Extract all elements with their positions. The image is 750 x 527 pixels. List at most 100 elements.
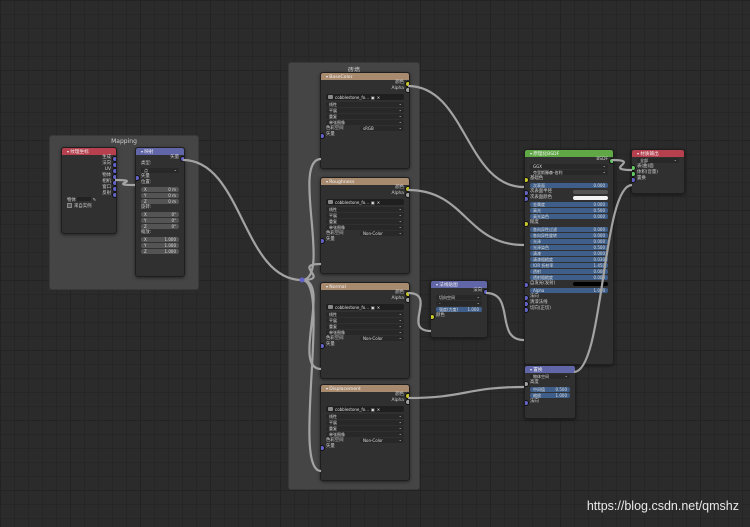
space-dropdown[interactable]: 物体空间 bbox=[530, 374, 570, 379]
normal-map-node[interactable]: 法线贴图 法向 切向空间 - 强度(力度)1.000 颜色 bbox=[430, 280, 488, 338]
input-height[interactable]: 高度 bbox=[525, 380, 575, 387]
bsdf-value-field[interactable]: 高光 0.500 bbox=[530, 208, 608, 213]
folder-icon[interactable]: ▣ bbox=[371, 95, 375, 100]
interpolation-dropdown[interactable]: 线性 bbox=[326, 312, 404, 317]
node-header[interactable]: 法线贴图 bbox=[431, 281, 487, 288]
output-bsdf[interactable]: BSDF bbox=[525, 157, 613, 164]
target-dropdown[interactable]: 全部 bbox=[637, 158, 679, 163]
node-header[interactable]: 纹理坐标 bbox=[62, 148, 116, 155]
location-y[interactable]: Y0 m bbox=[141, 193, 179, 198]
interpolation-dropdown[interactable]: 线性 bbox=[326, 207, 404, 212]
bsdf-value-field[interactable]: 清漆 0.000 bbox=[530, 251, 608, 256]
vector-dropdown[interactable] bbox=[573, 190, 608, 194]
image-icon[interactable] bbox=[328, 200, 333, 204]
projection-dropdown[interactable]: 平展 bbox=[326, 420, 404, 425]
projection-dropdown[interactable]: 平展 bbox=[326, 213, 404, 218]
bsdf-value-field[interactable]: 光泽 0.000 bbox=[530, 239, 608, 244]
input-vector[interactable]: 矢量 bbox=[321, 342, 409, 349]
node-header[interactable]: 映射 bbox=[136, 148, 184, 155]
distribution-dropdown[interactable]: GGX bbox=[530, 164, 608, 169]
principled-bsdf-node[interactable]: 原理化BSDF BSDF GGX 克里斯滕森-伯利 基础色次表面0.000 次表面… bbox=[524, 149, 614, 365]
bsdf-input[interactable]: 切向(正切) bbox=[525, 306, 613, 313]
close-icon[interactable]: ✕ bbox=[377, 305, 380, 310]
source-dropdown[interactable]: 单张图像 bbox=[326, 120, 404, 125]
close-icon[interactable]: ✕ bbox=[377, 95, 380, 100]
color-space-dropdown[interactable]: Non-Color bbox=[360, 438, 404, 443]
rotation-x[interactable]: X 0° bbox=[141, 212, 179, 217]
bsdf-value-field[interactable]: 各向异性过滤 0.000 bbox=[530, 227, 608, 232]
node-header[interactable]: Roughness bbox=[321, 178, 409, 185]
type-dropdown[interactable]: 点 bbox=[141, 168, 179, 173]
input-normal[interactable]: 法向 bbox=[525, 399, 575, 406]
location-x[interactable]: X0 m bbox=[141, 187, 179, 192]
bsdf-value-field[interactable]: 清漆粗糙度 0.030 bbox=[530, 257, 608, 262]
bsdf-value-field[interactable]: 各向异性旋转 0.000 bbox=[530, 233, 608, 238]
midlevel-field[interactable]: 中间值 0.500 bbox=[530, 387, 570, 392]
object-picker-icon[interactable] bbox=[77, 197, 92, 201]
image-texture-node[interactable]: Displacement 颜色 Alpha cobblestone_fo...▣… bbox=[320, 384, 410, 481]
from-instancer-checkbox[interactable]: 来自实例 bbox=[62, 203, 116, 209]
node-header[interactable]: 置换 bbox=[525, 366, 575, 373]
extension-dropdown[interactable]: 重复 bbox=[326, 324, 404, 329]
source-dropdown[interactable]: 单张图像 bbox=[326, 432, 404, 437]
source-dropdown[interactable]: 单张图像 bbox=[326, 330, 404, 335]
node-header[interactable]: Normal bbox=[321, 283, 409, 290]
input-vector[interactable]: 矢量 bbox=[321, 132, 409, 139]
input-vector[interactable]: 矢量 bbox=[321, 444, 409, 451]
folder-icon[interactable]: ▣ bbox=[371, 200, 375, 205]
image-texture-node[interactable]: Roughness 颜色 Alpha cobblestone_fo...▣✕ 线… bbox=[320, 177, 410, 274]
folder-icon[interactable]: ▣ bbox=[371, 407, 375, 412]
folder-icon[interactable]: ▣ bbox=[371, 305, 375, 310]
node-header[interactable]: 材质输出 bbox=[632, 150, 684, 157]
bsdf-value-field[interactable]: IOR 折射率 1.450 bbox=[530, 263, 608, 268]
image-selector[interactable]: cobblestone_fo... ▣ ✕ bbox=[326, 199, 404, 205]
node-header[interactable]: 原理化BSDF bbox=[525, 150, 613, 157]
close-icon[interactable]: ✕ bbox=[377, 407, 380, 412]
output-alpha[interactable]: Alpha bbox=[321, 86, 409, 93]
color-swatch[interactable] bbox=[573, 196, 608, 200]
bsdf-input[interactable]: 自发光(发射) bbox=[525, 281, 613, 288]
projection-dropdown[interactable]: 平展 bbox=[326, 318, 404, 323]
bsdf-value-field[interactable]: 透射 0.000 bbox=[530, 269, 608, 274]
uv-map-dropdown[interactable]: - bbox=[436, 301, 482, 306]
output-alpha[interactable]: Alpha bbox=[321, 191, 409, 198]
subsurface-method-dropdown[interactable]: 克里斯滕森-伯利 bbox=[530, 170, 608, 175]
bsdf-value-field[interactable]: 金属度 0.000 bbox=[530, 202, 608, 207]
image-icon[interactable] bbox=[328, 95, 333, 99]
image-selector[interactable]: cobblestone_fo... ▣ ✕ bbox=[326, 406, 404, 412]
image-selector[interactable]: cobblestone_fo... ▣ ✕ bbox=[326, 304, 404, 310]
color-space-dropdown[interactable]: Non-Color bbox=[360, 336, 404, 341]
location-z[interactable]: Z0 m bbox=[141, 199, 179, 204]
node-header[interactable]: BaseColor bbox=[321, 73, 409, 80]
texture-coordinate-node[interactable]: 纹理坐标 生成 法向 UV 物体 相机 窗口 反射 物体 ✎ 来自实例 bbox=[61, 147, 117, 234]
bsdf-value-field[interactable]: 高光染色 0.000 bbox=[530, 214, 608, 219]
type-field[interactable]: 类型: bbox=[136, 161, 184, 167]
input-vector[interactable]: 矢量 bbox=[321, 237, 409, 244]
bsdf-value-field[interactable]: 次表面 0.000 bbox=[530, 183, 608, 188]
source-dropdown[interactable]: 单张图像 bbox=[326, 225, 404, 230]
mapping-node[interactable]: 映射 矢量 类型: 点 矢量 位置: X0 m Y0 m Z0 m 旋转: X0… bbox=[135, 147, 185, 277]
output-alpha[interactable]: Alpha bbox=[321, 398, 409, 405]
material-output-node[interactable]: 材质输出 全部 表(曲)面 体积(音量) 置换 bbox=[631, 149, 685, 194]
checkbox-icon[interactable] bbox=[67, 203, 72, 208]
extension-dropdown[interactable]: 重复 bbox=[326, 114, 404, 119]
color-space-dropdown[interactable]: sRGB bbox=[360, 126, 404, 131]
bsdf-value-field[interactable]: 光泽染色 0.500 bbox=[530, 245, 608, 250]
rotation-z[interactable]: Z 0° bbox=[141, 224, 179, 229]
image-selector[interactable]: cobblestone_fo... ▣ ✕ bbox=[326, 94, 404, 100]
image-icon[interactable] bbox=[328, 407, 333, 411]
displacement-node[interactable]: 置换 物体空间 高度 中间值0.500 缩放1.000 法向 bbox=[524, 365, 576, 419]
interpolation-dropdown[interactable]: 线性 bbox=[326, 414, 404, 419]
scale-y[interactable]: Y 1.000 bbox=[141, 243, 179, 248]
scale-z[interactable]: Z 1.000 bbox=[141, 249, 179, 254]
extension-dropdown[interactable]: 重复 bbox=[326, 219, 404, 224]
strength-field[interactable]: 强度(力度) 1.000 bbox=[436, 307, 482, 312]
output-normal[interactable]: 法向 bbox=[431, 288, 487, 295]
scale-field[interactable]: 缩放 1.000 bbox=[530, 393, 570, 398]
bsdf-input[interactable]: 次表面颜色 bbox=[525, 195, 613, 202]
close-icon[interactable]: ✕ bbox=[377, 200, 380, 205]
projection-dropdown[interactable]: 平展 bbox=[326, 108, 404, 113]
image-icon[interactable] bbox=[328, 305, 333, 309]
bsdf-input[interactable]: 基础色 bbox=[525, 176, 613, 183]
node-header[interactable]: Displacement bbox=[321, 385, 409, 392]
